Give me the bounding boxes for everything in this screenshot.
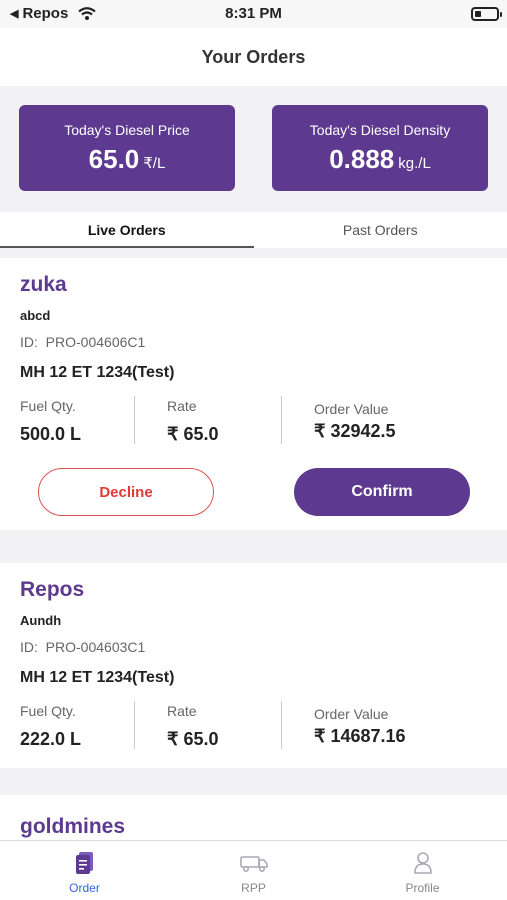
nav-rpp-label: RPP [241, 881, 266, 895]
profile-icon [413, 852, 432, 874]
status-bar: ◀ Repos 8:31 PM [0, 0, 507, 28]
fuel-qty-value: 222.0 L [20, 729, 82, 749]
divider [281, 396, 282, 444]
diesel-density-card: Today's Diesel Density 0.888 kg./L [272, 105, 488, 191]
rate-label: Rate [167, 703, 197, 719]
page-title: Your Orders [201, 46, 306, 67]
order-value-amount: ₹ 14687.16 [314, 726, 406, 746]
diesel-density-unit: kg./L [398, 155, 431, 172]
customer-location: Aundh [20, 613, 62, 628]
customer-name: zuka [20, 273, 67, 296]
nav-rpp[interactable]: RPP [169, 841, 338, 900]
diesel-price-label: Today's Diesel Price [64, 122, 190, 138]
order-id: ID: PRO-004603C1 [20, 639, 145, 655]
status-time: 8:31 PM [225, 5, 282, 22]
divider [134, 396, 135, 444]
order-tabs: Live Orders Past Orders [0, 212, 507, 248]
document-icon [75, 852, 93, 874]
rate-label: Rate [167, 398, 197, 414]
truck-icon [239, 856, 268, 873]
divider [134, 701, 135, 749]
diesel-density-value: 0.888 [329, 144, 395, 174]
rate-value: ₹ 65.0 [167, 729, 219, 749]
customer-name: Repos [20, 578, 85, 601]
customer-location: abcd [20, 308, 51, 323]
tab-past-orders[interactable]: Past Orders [254, 212, 507, 248]
battery-icon [471, 7, 502, 21]
diesel-price-value: 65.0 [88, 144, 140, 174]
order-id: ID: PRO-004606C1 [20, 334, 145, 350]
order-card[interactable]: zuka abcd ID: PRO-004606C1 MH 12 ET 1234… [0, 258, 507, 530]
nav-order-label: Order [69, 881, 100, 895]
divider [281, 701, 282, 749]
order-id-prefix: ID: [20, 639, 38, 655]
decline-button[interactable]: Decline [38, 468, 214, 516]
tab-live-orders[interactable]: Live Orders [0, 212, 254, 248]
fuel-qty-label: Fuel Qty. [20, 703, 76, 719]
fuel-qty-label: Fuel Qty. [20, 398, 76, 414]
vehicle-number: MH 12 ET 1234(Test) [20, 364, 175, 381]
order-value-label: Order Value [314, 706, 389, 722]
order-value-label: Order Value [314, 401, 389, 417]
diesel-price-unit: ₹/L [143, 155, 166, 172]
nav-profile[interactable]: Profile [338, 841, 507, 900]
order-value-amount: ₹ 32942.5 [314, 421, 396, 441]
order-id-prefix: ID: [20, 334, 38, 350]
order-id-value: PRO-004606C1 [45, 334, 146, 350]
nav-order[interactable]: Order [0, 841, 169, 900]
diesel-price-card: Today's Diesel Price 65.0 ₹/L [19, 105, 235, 191]
bottom-nav: Order RPP Profile [0, 840, 507, 900]
fuel-qty-value: 500.0 L [20, 424, 82, 444]
nav-profile-label: Profile [405, 881, 440, 895]
vehicle-number: MH 12 ET 1234(Test) [20, 669, 175, 686]
confirm-button[interactable]: Confirm [294, 468, 470, 516]
order-card[interactable]: goldmines [0, 795, 507, 845]
rate-value: ₹ 65.0 [167, 424, 219, 444]
order-id-value: PRO-004603C1 [45, 639, 146, 655]
customer-name: goldmines [20, 815, 126, 838]
header: Your Orders [0, 28, 507, 86]
order-card[interactable]: Repos Aundh ID: PRO-004603C1 MH 12 ET 12… [0, 563, 507, 768]
diesel-density-label: Today's Diesel Density [309, 122, 451, 138]
